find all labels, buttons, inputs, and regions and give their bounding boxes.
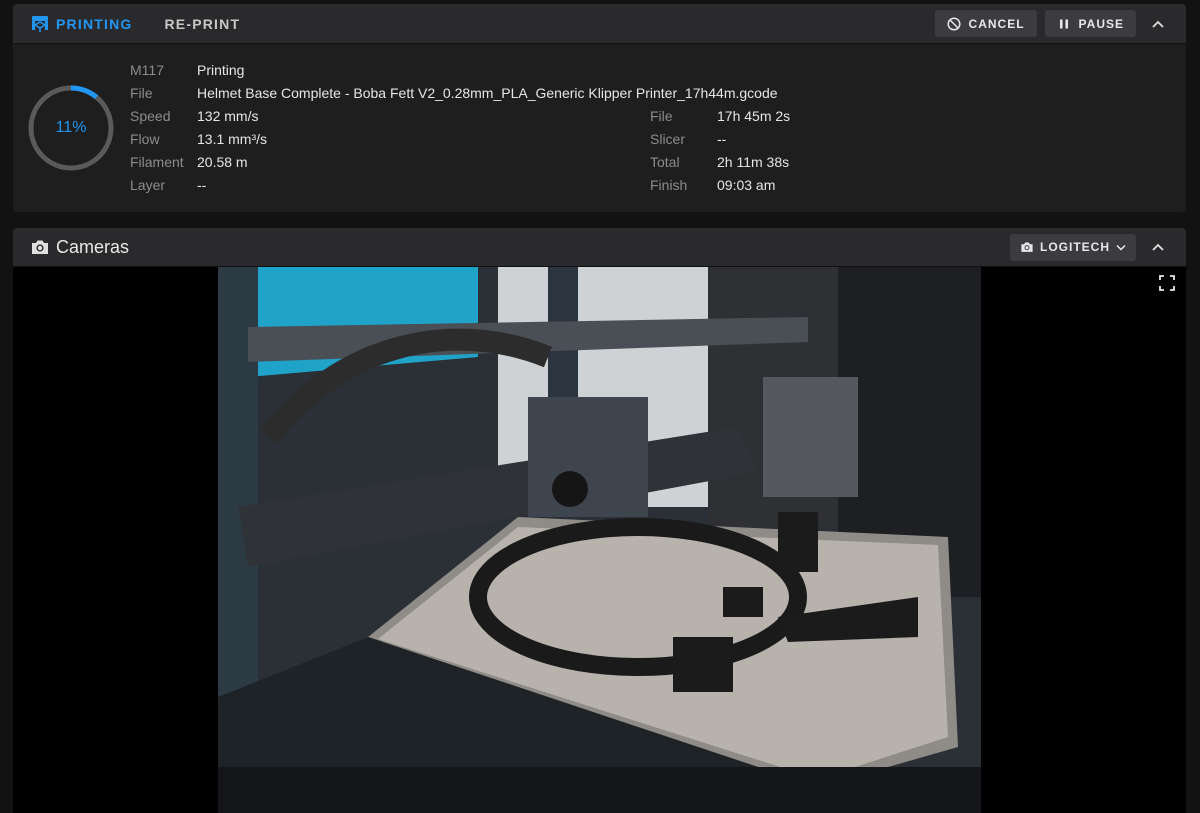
info-label: Total — [650, 154, 680, 170]
cameras-card-header: Cameras LOGITECH — [13, 228, 1186, 267]
chevron-up-icon — [1152, 15, 1164, 33]
cancel-button[interactable]: CANCEL — [934, 10, 1037, 37]
info-row-file-time: File 17h 45m 2s — [650, 106, 790, 126]
info-value: -- — [197, 177, 207, 193]
info-row-total: Total 2h 11m 38s — [650, 152, 789, 172]
tab-reprint[interactable]: Re-Print — [149, 4, 257, 43]
progress-percent: 11% — [55, 119, 87, 136]
camera-selector[interactable]: LOGITECH — [1010, 233, 1136, 261]
info-value: Printing — [197, 62, 245, 78]
info-value: 13.1 mm³/s — [197, 131, 268, 147]
info-value: 17h 45m 2s — [717, 108, 791, 124]
status-body: 11% M117 Printing File Helmet Base Complet… — [13, 44, 1186, 211]
info-row-m117: M117 Printing — [130, 60, 244, 80]
cancel-icon — [946, 16, 961, 31]
camera-icon — [30, 237, 50, 257]
camera-selector-label: LOGITECH — [1040, 240, 1110, 254]
info-value: Helmet Base Complete - Boba Fett V2_0.28… — [197, 85, 778, 101]
collapse-status-button[interactable] — [1144, 10, 1172, 38]
info-label: M117 — [130, 62, 164, 78]
info-value: 132 mm/s — [197, 108, 259, 124]
cameras-title: Cameras — [13, 228, 129, 266]
info-value: -- — [717, 131, 727, 147]
chevron-down-icon — [1116, 244, 1126, 251]
info-label: Speed — [130, 108, 171, 124]
info-row-slicer: Slicer -- — [650, 129, 726, 149]
tab-reprint-label: Re-Print — [164, 15, 241, 32]
cameras-card: Cameras LOGITECH — [13, 228, 1186, 813]
fullscreen-icon — [1158, 275, 1176, 296]
tab-printing[interactable]: Printing — [13, 4, 149, 43]
info-value: 20.58 m — [197, 154, 248, 170]
camera-view — [13, 267, 1186, 813]
info-label: Filament — [130, 154, 184, 170]
info-label: Slicer — [650, 131, 686, 147]
info-row-flow: Flow 13.1 mm³/s — [130, 129, 267, 149]
info-value: 2h 11m 38s — [717, 154, 790, 170]
info-label: Flow — [130, 131, 160, 147]
info-row-layer: Layer -- — [130, 175, 206, 195]
collapse-cameras-button[interactable] — [1144, 233, 1172, 261]
status-card-header: Printing Re-Print CANCEL PAUSE — [13, 4, 1186, 44]
camera-stream — [218, 267, 981, 813]
pause-icon — [1057, 17, 1071, 31]
chevron-up-icon — [1152, 238, 1164, 256]
info-row-file: File Helmet Base Complete - Boba Fett V2_… — [130, 83, 778, 103]
print-status-card: Printing Re-Print CANCEL PAUSE — [13, 4, 1186, 212]
info-label: File — [130, 85, 153, 101]
cameras-title-label: Cameras — [56, 236, 130, 257]
info-label: Layer — [130, 177, 166, 193]
tab-printing-label: Printing — [56, 15, 133, 32]
printer-icon — [30, 14, 50, 34]
info-value: 09:03 am — [717, 177, 776, 193]
cancel-label: CANCEL — [968, 16, 1025, 31]
info-label: Finish — [650, 177, 688, 193]
camera-stream-image — [218, 267, 981, 813]
fullscreen-button[interactable] — [1158, 274, 1176, 292]
camera-icon — [1020, 240, 1034, 254]
info-row-filament: Filament 20.58 m — [130, 152, 248, 172]
info-row-speed: Speed 132 mm/s — [130, 106, 258, 126]
info-row-finish: Finish 09:03 am — [650, 175, 775, 195]
info-label: File — [650, 108, 673, 124]
pause-button[interactable]: PAUSE — [1044, 10, 1136, 37]
pause-label: PAUSE — [1078, 16, 1124, 31]
